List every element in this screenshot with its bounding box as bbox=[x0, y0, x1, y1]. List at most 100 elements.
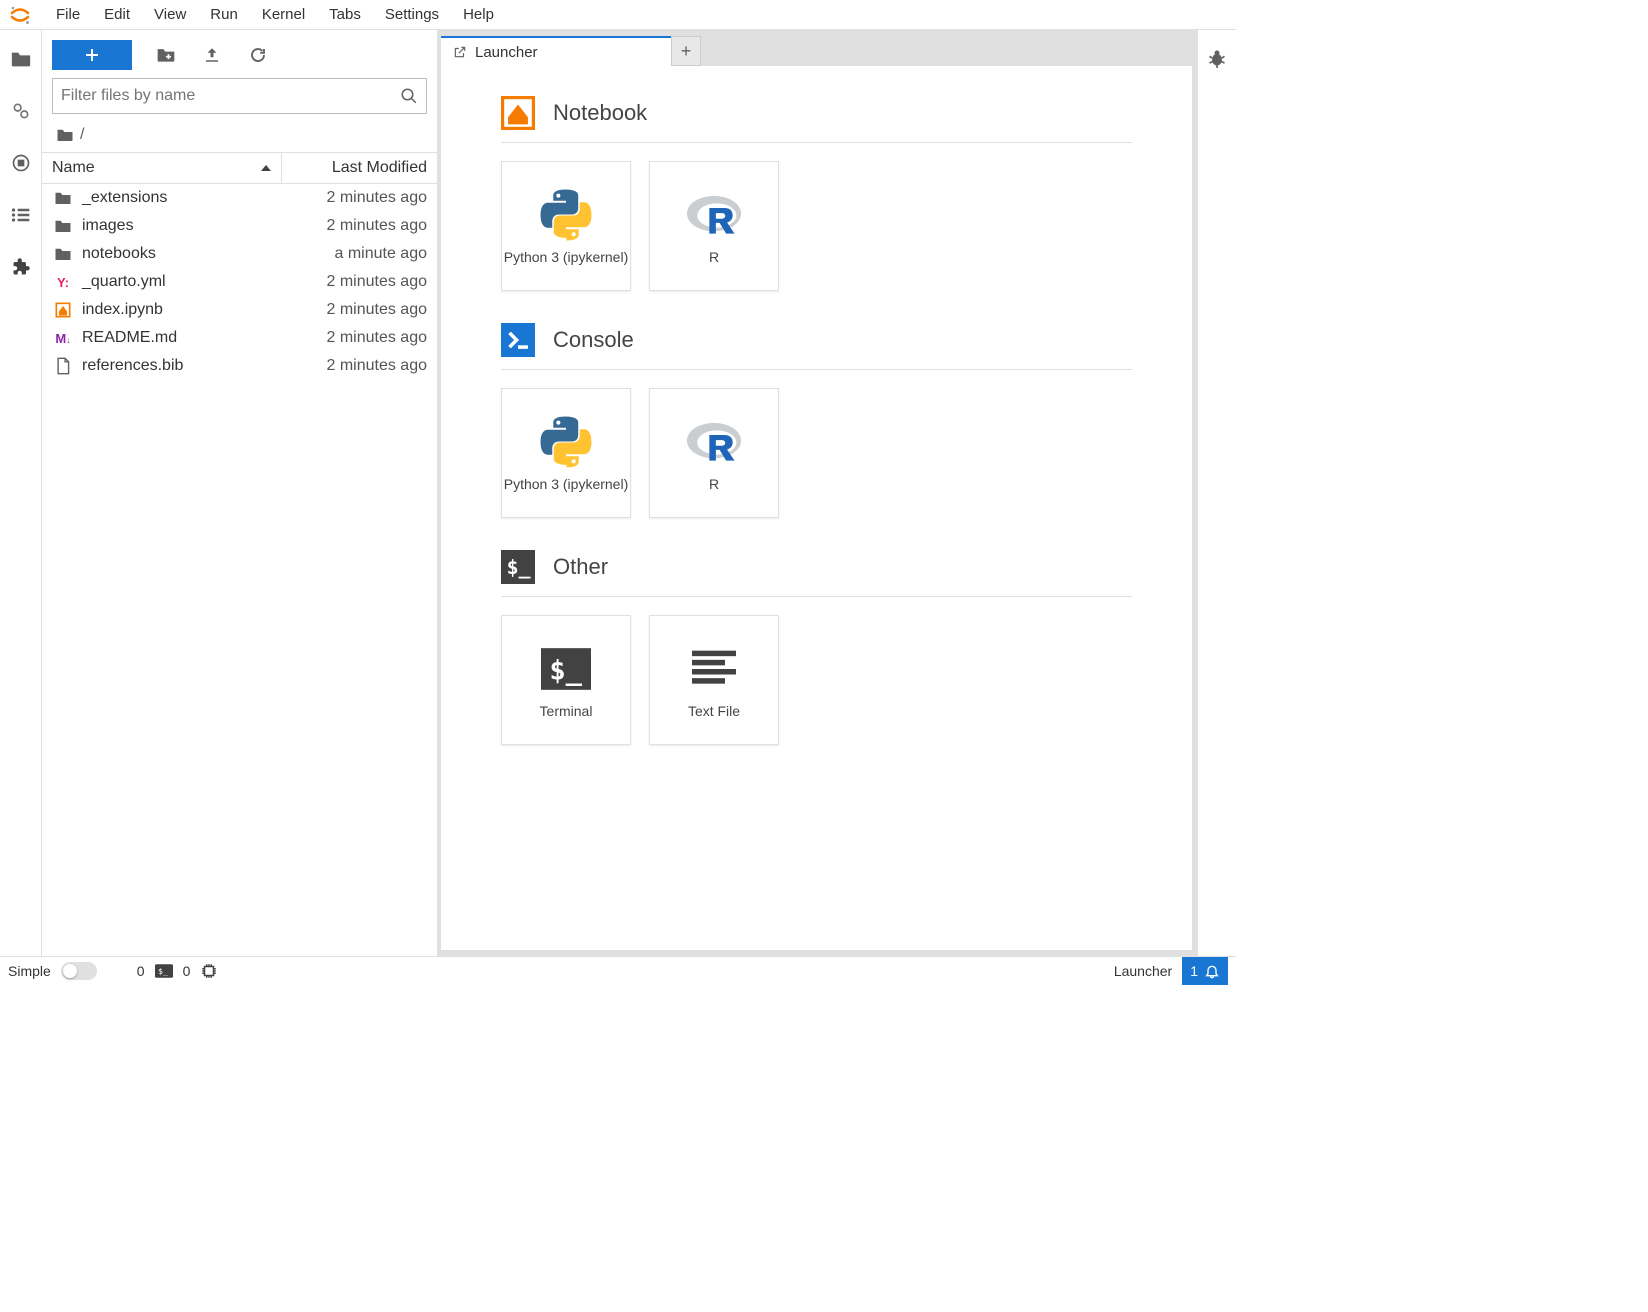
menu-file[interactable]: File bbox=[44, 2, 92, 27]
folder-icon bbox=[56, 127, 74, 143]
section-title: Notebook bbox=[553, 100, 647, 126]
kernel-count: 0 bbox=[183, 963, 191, 979]
new-folder-icon[interactable] bbox=[154, 43, 178, 67]
section-title: Other bbox=[553, 554, 608, 580]
rail-extensions-icon[interactable] bbox=[8, 254, 34, 280]
tab-add-button[interactable]: + bbox=[671, 36, 701, 66]
column-modified[interactable]: Last Modified bbox=[282, 153, 437, 183]
rail-running-icon[interactable] bbox=[8, 98, 34, 124]
menu-help[interactable]: Help bbox=[451, 2, 506, 27]
menu-tabs[interactable]: Tabs bbox=[317, 2, 373, 27]
file-modified: 2 minutes ago bbox=[272, 357, 427, 375]
python-icon bbox=[538, 414, 594, 470]
file-name: references.bib bbox=[82, 357, 272, 375]
svg-text:$_: $_ bbox=[549, 655, 582, 686]
menu-edit[interactable]: Edit bbox=[92, 2, 142, 27]
menu-run[interactable]: Run bbox=[198, 2, 250, 27]
launcher-card-r[interactable]: R bbox=[649, 161, 779, 291]
filter-input[interactable] bbox=[61, 87, 400, 105]
menubar: FileEditViewRunKernelTabsSettingsHelp bbox=[0, 0, 1236, 30]
file-row[interactable]: M↓ README.md2 minutes ago bbox=[42, 324, 437, 352]
launcher-section-other: $_ Other $_ Terminal Text File bbox=[501, 550, 1132, 745]
column-name[interactable]: Name bbox=[42, 153, 282, 183]
file-modified: 2 minutes ago bbox=[272, 301, 427, 319]
launcher-card-r[interactable]: R bbox=[649, 388, 779, 518]
search-icon bbox=[400, 87, 418, 105]
rail-toc-icon[interactable] bbox=[8, 202, 34, 228]
file-row[interactable]: _extensions2 minutes ago bbox=[42, 184, 437, 212]
card-label: Python 3 (ipykernel) bbox=[504, 476, 629, 493]
card-label: Text File bbox=[688, 703, 740, 720]
status-bar: Simple 0 $_ 0 Launcher 1 bbox=[0, 956, 1236, 984]
file-name: _extensions bbox=[82, 189, 272, 207]
menu-settings[interactable]: Settings bbox=[373, 2, 451, 27]
filebrowser-toolbar bbox=[42, 30, 437, 78]
file-row[interactable]: notebooksa minute ago bbox=[42, 240, 437, 268]
tab-launcher[interactable]: Launcher bbox=[441, 36, 671, 66]
launcher-section-notebook: Notebook Python 3 (ipykernel) R bbox=[501, 96, 1132, 291]
file-modified: 2 minutes ago bbox=[272, 329, 427, 347]
card-label: R bbox=[709, 249, 719, 266]
r-icon bbox=[686, 414, 742, 470]
main-dock: Launcher + Notebook Python 3 (ipykernel) R… bbox=[437, 30, 1198, 956]
launcher-section-console: Console Python 3 (ipykernel) R bbox=[501, 323, 1132, 518]
kernel-status-icon[interactable] bbox=[200, 962, 218, 980]
card-label: Terminal bbox=[540, 703, 593, 720]
breadcrumb-path: / bbox=[80, 126, 84, 144]
folder-icon bbox=[52, 244, 74, 264]
rail-filebrowser-icon[interactable] bbox=[8, 46, 34, 72]
simple-label: Simple bbox=[8, 963, 51, 979]
markdown-icon: M↓ bbox=[52, 328, 74, 348]
bell-icon bbox=[1204, 963, 1220, 979]
sort-asc-icon bbox=[261, 165, 271, 171]
menu-kernel[interactable]: Kernel bbox=[250, 2, 317, 27]
launcher-card-python[interactable]: Python 3 (ipykernel) bbox=[501, 161, 631, 291]
notifications-badge[interactable]: 1 bbox=[1182, 957, 1228, 985]
launcher-card-terminal[interactable]: $_ Terminal bbox=[501, 615, 631, 745]
file-row[interactable]: index.ipynb2 minutes ago bbox=[42, 296, 437, 324]
file-row[interactable]: images2 minutes ago bbox=[42, 212, 437, 240]
file-modified: 2 minutes ago bbox=[272, 217, 427, 235]
python-icon bbox=[538, 187, 594, 243]
filebrowser-header: Name Last Modified bbox=[42, 152, 437, 184]
file-name: _quarto.yml bbox=[82, 273, 272, 291]
r-icon bbox=[686, 187, 742, 243]
terminal-dark-icon: $_ bbox=[501, 550, 535, 584]
file-row[interactable]: Y:_quarto.yml2 minutes ago bbox=[42, 268, 437, 296]
card-label: R bbox=[709, 476, 719, 493]
status-context[interactable]: Launcher bbox=[1104, 963, 1182, 979]
file-browser: / Name Last Modified _extensions2 minute… bbox=[42, 30, 437, 956]
notebook-icon bbox=[52, 300, 74, 320]
yaml-icon: Y: bbox=[52, 272, 74, 292]
launcher-panel: Notebook Python 3 (ipykernel) R Console Pyth… bbox=[441, 66, 1192, 950]
file-row[interactable]: references.bib2 minutes ago bbox=[42, 352, 437, 380]
section-title: Console bbox=[553, 327, 634, 353]
menu-view[interactable]: View bbox=[142, 2, 198, 27]
simple-toggle[interactable] bbox=[61, 962, 97, 980]
terminal-count: 0 bbox=[137, 963, 145, 979]
new-launcher-button[interactable] bbox=[52, 40, 132, 70]
breadcrumb[interactable]: / bbox=[42, 122, 437, 152]
filter-input-wrap bbox=[52, 78, 427, 114]
launcher-card-textfile[interactable]: Text File bbox=[649, 615, 779, 745]
terminal-status-icon[interactable]: $_ bbox=[155, 964, 173, 978]
right-sidebar-rail bbox=[1198, 30, 1236, 956]
file-modified: a minute ago bbox=[272, 245, 427, 263]
terminal-icon: $_ bbox=[538, 641, 594, 697]
rail-kernels-icon[interactable] bbox=[8, 150, 34, 176]
tab-bar: Launcher + bbox=[441, 36, 1192, 66]
svg-text:$_: $_ bbox=[158, 966, 168, 976]
tab-title: Launcher bbox=[475, 44, 538, 61]
file-name: README.md bbox=[82, 329, 272, 347]
launcher-card-python[interactable]: Python 3 (ipykernel) bbox=[501, 388, 631, 518]
file-name: notebooks bbox=[82, 245, 272, 263]
left-sidebar-rail bbox=[0, 30, 42, 956]
notebook-orange-icon bbox=[501, 96, 535, 130]
svg-text:$_: $_ bbox=[507, 556, 531, 579]
launch-icon bbox=[453, 45, 467, 59]
upload-icon[interactable] bbox=[200, 43, 224, 67]
file-list: _extensions2 minutes agoimages2 minutes … bbox=[42, 184, 437, 956]
debugger-icon[interactable] bbox=[1205, 46, 1229, 70]
folder-icon bbox=[52, 216, 74, 236]
refresh-icon[interactable] bbox=[246, 43, 270, 67]
